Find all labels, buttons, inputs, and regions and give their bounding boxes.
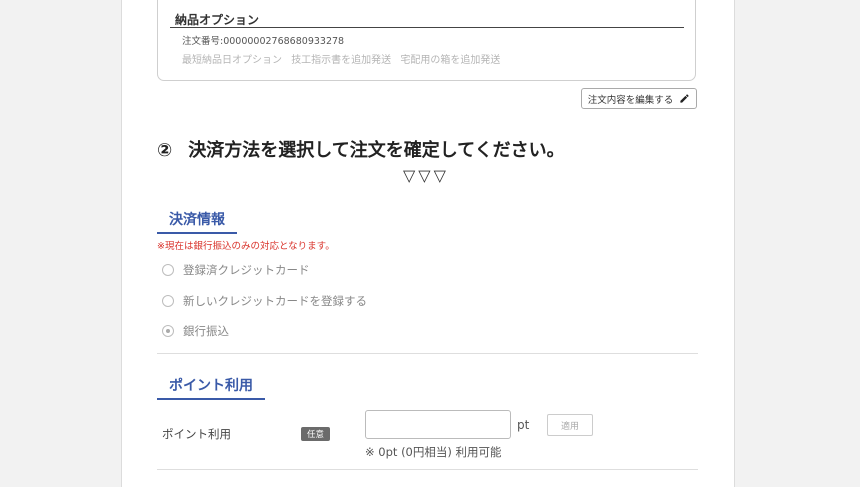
radio-checked-icon xyxy=(162,325,174,337)
payment-option-bank-transfer[interactable]: 銀行振込 xyxy=(162,323,229,339)
points-row-label: ポイント利用 xyxy=(162,427,231,441)
delivery-options-title: 納品オプション xyxy=(175,13,260,27)
step-heading: ② 決済方法を選択して注文を確定してください。 xyxy=(157,136,565,162)
payment-notice: ※現在は銀行振込のみの対応となります。 xyxy=(157,241,335,252)
order-number: 注文番号:00000002768680933278 xyxy=(182,36,345,47)
payment-option-new-card[interactable]: 新しいクレジットカードを登録する xyxy=(162,293,367,309)
down-arrows-icon: ▽▽▽ xyxy=(403,166,449,185)
card-divider xyxy=(170,27,684,28)
points-available-note: ※ 0pt (0円相当) 利用可能 xyxy=(365,445,502,459)
points-input[interactable] xyxy=(365,410,511,439)
delivery-option-list: 最短納品日オプション 技工指示書を追加発送 宅配用の箱を追加発送 xyxy=(182,51,506,66)
optional-badge: 任意 xyxy=(301,427,330,441)
edit-order-label: 注文内容を編集する xyxy=(587,94,674,106)
payment-option-label: 登録済クレジットカード xyxy=(183,263,310,277)
payment-section-heading: 決済情報 xyxy=(157,209,237,234)
pencil-icon xyxy=(680,94,689,103)
radio-icon xyxy=(162,295,174,307)
payment-option-saved-card[interactable]: 登録済クレジットカード xyxy=(162,262,310,278)
section-divider xyxy=(157,353,698,354)
radio-icon xyxy=(162,264,174,276)
points-section-heading: ポイント利用 xyxy=(157,375,265,400)
payment-option-label: 銀行振込 xyxy=(183,324,229,338)
payment-option-label: 新しいクレジットカードを登録する xyxy=(183,294,367,308)
section-divider xyxy=(157,469,698,470)
points-unit: pt xyxy=(517,418,530,432)
step-title: 決済方法を選択して注文を確定してください。 xyxy=(188,140,565,161)
delivery-option-item: 宅配用の箱を追加発送 xyxy=(400,55,501,66)
edit-order-button[interactable]: 注文内容を編集する xyxy=(581,88,697,109)
delivery-option-item: 最短納品日オプション xyxy=(182,55,282,66)
delivery-option-item: 技工指示書を追加発送 xyxy=(291,55,392,66)
delivery-options-card: 納品オプション 注文番号:00000002768680933278 最短納品日オ… xyxy=(157,0,696,81)
apply-points-button[interactable]: 適用 xyxy=(547,414,593,436)
step-number: ② xyxy=(157,140,173,161)
